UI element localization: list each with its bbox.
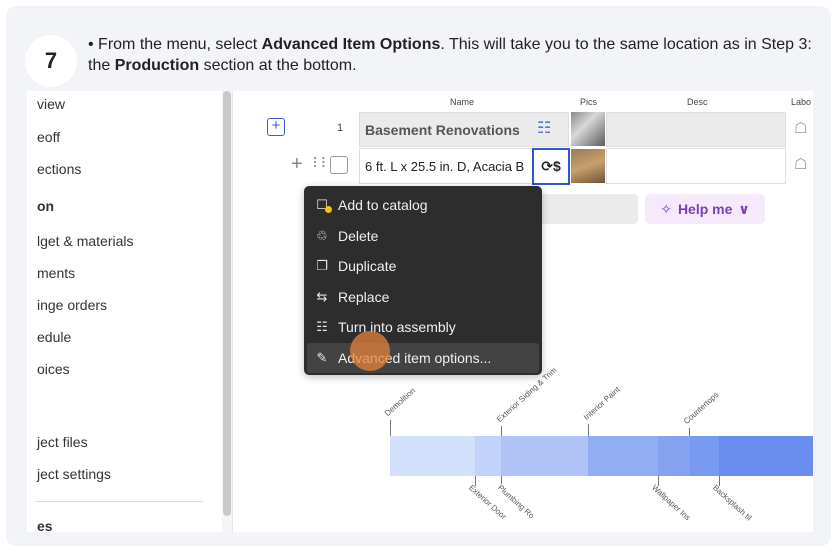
catalog-add-icon: ☐ [314, 197, 332, 214]
labor-icon: ☖ [794, 156, 808, 173]
price-options-button[interactable]: ⟳$ [532, 148, 570, 185]
dollar-refresh-icon: ⟳$ [541, 158, 561, 174]
click-indicator [350, 331, 390, 371]
sidebar-item-selections[interactable]: ections [37, 161, 81, 177]
sidebar-section-bottom: es [37, 518, 53, 532]
labor-icon: ☖ [794, 120, 808, 137]
sidebar-item-payments[interactable]: ments [37, 265, 75, 281]
sidebar-item-schedule[interactable]: edule [37, 329, 71, 345]
gantt-label-backsplash: Backsplash til [710, 483, 754, 523]
gantt-label-demolition: Demolition [382, 386, 418, 418]
add-item-button[interactable]: + [267, 118, 285, 136]
gantt-label-countertops: Countertops [681, 390, 721, 426]
schedule-gantt-bar[interactable] [390, 436, 813, 476]
gantt-segment[interactable] [588, 436, 658, 476]
duplicate-icon: ❐ [316, 258, 328, 274]
sidebar-item-budget[interactable]: lget & materials [37, 233, 133, 249]
assembly-icon: ☷ [316, 319, 328, 335]
gantt-tick [588, 424, 589, 436]
help-me-button[interactable]: ✧ Help me ∨ [645, 194, 765, 224]
gantt-segment[interactable] [658, 436, 690, 476]
gantt-tick [501, 426, 502, 436]
item-photo-thumbnail[interactable] [571, 149, 605, 183]
help-me-label: Help me [677, 201, 733, 217]
menu-item-label: Add to catalog [338, 197, 428, 214]
drag-handle-icon[interactable]: ⠇⠇ [312, 155, 330, 172]
gantt-segment[interactable] [501, 436, 588, 476]
replace-icon: ⇆ [316, 288, 328, 304]
menu-item-duplicate[interactable]: ❐ Duplicate [304, 251, 542, 282]
context-menu: ☐ Add to catalog ♲ Delete ❐ Duplicate ⇆ … [304, 186, 542, 375]
tutorial-frame: 7 • From the menu, select Advanced Item … [6, 6, 831, 546]
item-photo-thumbnail[interactable] [571, 112, 605, 146]
column-header-labor: Labo [791, 97, 812, 107]
sidebar: view eoff ections on lget & materials me… [27, 91, 222, 532]
sparkle-icon: ✧ [660, 200, 672, 217]
pencil-icon: ✎ [316, 349, 328, 365]
trash-icon: ♲ [316, 227, 328, 243]
menu-item-replace[interactable]: ⇆ Replace [304, 282, 542, 313]
sidebar-item-invoices[interactable]: oices [37, 361, 70, 377]
menu-item-label: Duplicate [338, 258, 397, 275]
gantt-label-wallpaper: Wallpaper Ins [649, 483, 693, 523]
content-divider [232, 91, 233, 532]
menu-item-advanced-item-options[interactable]: ✎ Advanced item options... [307, 342, 539, 373]
menu-item-turn-into-assembly[interactable]: ☷ Turn into assembly [304, 312, 542, 343]
gantt-segment[interactable] [719, 436, 813, 476]
sidebar-item-project-settings[interactable]: ject settings [37, 466, 111, 482]
table-row-desc-cell[interactable] [606, 112, 786, 147]
sidebar-item-project-files[interactable]: ject files [37, 434, 88, 450]
add-item-input[interactable] [534, 194, 638, 224]
step-instruction: • From the menu, select Advanced Item Op… [88, 36, 812, 74]
row-checkbox[interactable] [330, 156, 348, 174]
gantt-segment-demolition[interactable] [390, 436, 475, 476]
menu-item-label: Turn into assembly [338, 319, 456, 336]
menu-item-delete[interactable]: ♲ Delete [304, 221, 542, 252]
add-row-icon[interactable]: + [291, 153, 303, 176]
menu-item-label: Delete [338, 227, 379, 244]
app-screenshot: view eoff ections on lget & materials me… [27, 91, 813, 532]
column-header-pics: Pics [580, 97, 598, 107]
step-number-badge: 7 [25, 35, 77, 87]
gantt-segment[interactable] [690, 436, 719, 476]
column-header-name: Name [450, 97, 475, 107]
sidebar-section-production: on [37, 198, 55, 214]
table-row-name-cell[interactable]: 6 ft. L x 25.5 in. D, Acacia B [359, 148, 539, 184]
sidebar-divider [35, 501, 203, 502]
chevron-down-icon: ∨ [738, 200, 750, 217]
row-number: 1 [337, 122, 344, 134]
menu-item-label: Replace [338, 288, 390, 305]
sidebar-item-takeoff[interactable]: eoff [37, 129, 60, 145]
gantt-segment[interactable] [475, 436, 501, 476]
table-row-desc-cell[interactable] [606, 148, 786, 184]
column-header-desc: Desc [687, 97, 708, 107]
menu-item-add-to-catalog[interactable]: ☐ Add to catalog [304, 190, 542, 221]
sidebar-item-change-orders[interactable]: inge orders [37, 297, 107, 313]
gantt-label-interior-paint: Interior Paint [581, 384, 622, 422]
assembly-icon: ☷ [537, 120, 552, 137]
sidebar-item-overview[interactable]: view [37, 96, 65, 112]
gantt-tick [689, 428, 690, 436]
gantt-tick [390, 420, 391, 436]
sidebar-scrollbar-thumb[interactable] [223, 91, 231, 516]
